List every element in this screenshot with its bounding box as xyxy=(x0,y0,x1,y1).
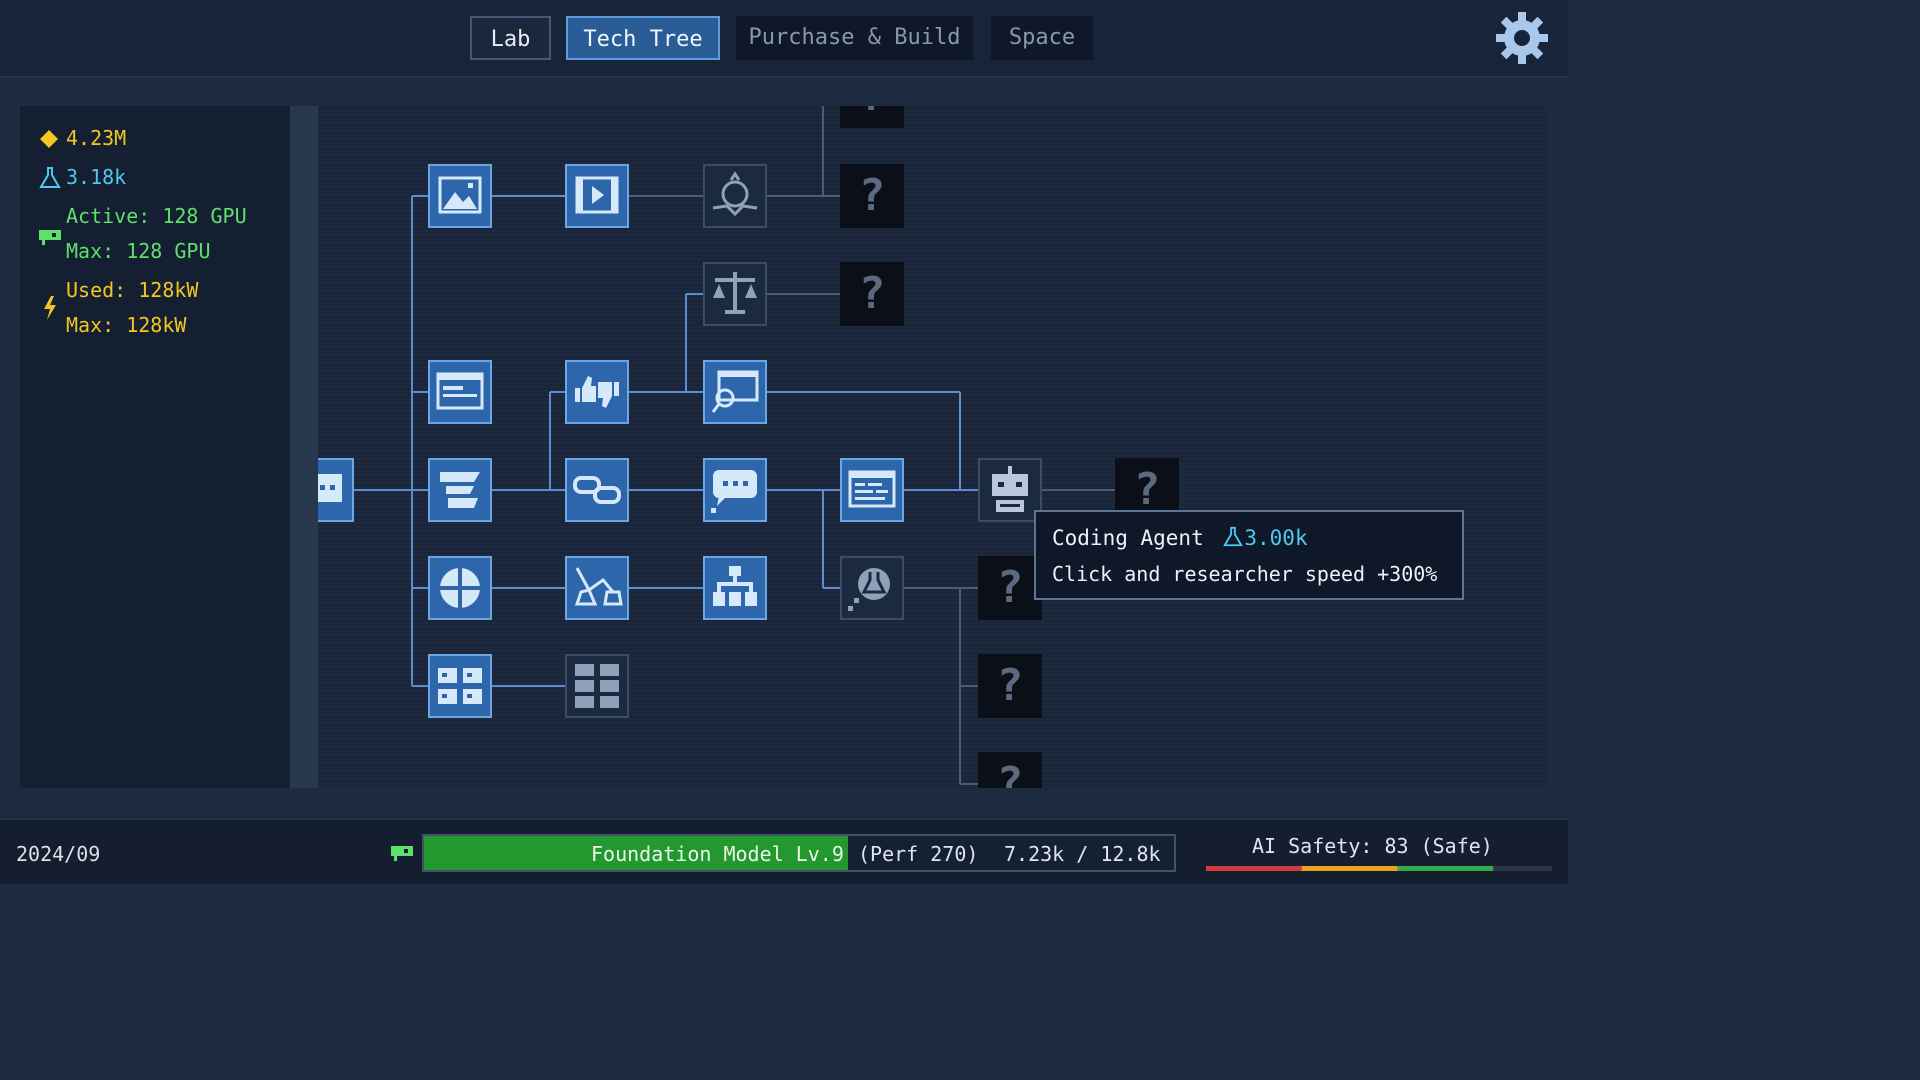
tech-node-video-gen[interactable] xyxy=(565,164,629,228)
question-icon: ? xyxy=(996,562,1024,613)
question-icon: ? xyxy=(858,170,886,221)
gpu-active: Active: 128 GPU xyxy=(66,204,247,228)
gpu-icon xyxy=(39,230,61,245)
tech-node-code-editor[interactable] xyxy=(840,458,904,522)
tech-node-unknown-4[interactable]: ? xyxy=(978,556,1042,620)
lightning-icon xyxy=(44,296,56,320)
tab-lab[interactable]: Lab xyxy=(470,16,551,60)
model-perf: (Perf 270) xyxy=(858,842,979,866)
tech-node-unknown-5[interactable]: ? xyxy=(978,654,1042,718)
gear-icon[interactable] xyxy=(1494,10,1550,66)
thumbs-up-down-icon xyxy=(575,376,619,408)
chat-bubble-icon xyxy=(711,470,757,513)
search-window-icon xyxy=(711,370,759,413)
tech-node-image-gen[interactable] xyxy=(428,164,492,228)
image-icon xyxy=(438,176,482,214)
model-progress-bar: Foundation Model Lv.9 (Perf 270) 7.23k /… xyxy=(422,834,1176,872)
video-icon xyxy=(575,176,619,214)
question-icon: ? xyxy=(996,660,1024,711)
game-date: 2024/09 xyxy=(16,842,101,866)
tech-node-moe[interactable] xyxy=(703,556,767,620)
gpu-max: Max: 128 GPU xyxy=(66,239,211,263)
model-progress-text: 7.23k / 12.8k xyxy=(1004,842,1161,866)
gpu-icon xyxy=(391,846,413,861)
tooltip-name: Coding Agent xyxy=(1052,526,1204,550)
tech-node-unknown-top[interactable]: ? xyxy=(840,106,904,128)
tech-node-text-align[interactable] xyxy=(428,458,492,522)
tech-tree-canvas[interactable]: ? ? ? ? ? ? Coding Agent 3.00k Click and… xyxy=(318,106,1548,788)
tooltip-description: Click and researcher speed +300% xyxy=(1052,562,1438,586)
server-grid-icon xyxy=(575,664,619,708)
ai-safety-label: AI Safety: 83 (Safe) xyxy=(1252,834,1493,858)
tech-node-web-search[interactable] xyxy=(703,360,767,424)
diamond-money-icon xyxy=(40,130,58,148)
power-used: Used: 128kW xyxy=(66,278,199,302)
tab-space[interactable]: Space xyxy=(991,16,1093,60)
safety-bar-red xyxy=(1206,866,1302,871)
robot-arm-icon xyxy=(712,171,758,217)
tech-node-science-chat[interactable] xyxy=(840,556,904,620)
tech-node-chat-start[interactable] xyxy=(318,458,354,522)
tech-node-multilingual[interactable] xyxy=(428,556,492,620)
browser-window-icon xyxy=(436,372,484,410)
tech-node-unknown-1[interactable]: ? xyxy=(840,164,904,228)
top-navigation-bar: Lab Tech Tree Purchase & Build Space xyxy=(0,0,1568,78)
tech-node-coding-agent[interactable] xyxy=(978,458,1042,522)
robot-agent-icon xyxy=(992,466,1028,512)
tech-node-unknown-6[interactable]: ? xyxy=(978,752,1042,788)
tooltip-cost: 3.00k xyxy=(1244,526,1308,550)
tech-node-ethics[interactable] xyxy=(703,262,767,326)
tech-node-datacenter[interactable] xyxy=(565,654,629,718)
globe-icon xyxy=(436,564,484,612)
server-grid-icon xyxy=(438,668,482,704)
text-align-icon xyxy=(440,472,480,508)
tech-node-cluster[interactable] xyxy=(428,654,492,718)
ai-safety-bar xyxy=(1206,866,1552,871)
tech-node-tool-use[interactable] xyxy=(565,458,629,522)
chain-link-icon xyxy=(573,476,621,504)
safety-bar-green xyxy=(1397,866,1494,871)
tech-node-distillation[interactable] xyxy=(565,556,629,620)
panel-divider xyxy=(290,106,318,788)
tab-purchase-build[interactable]: Purchase & Build xyxy=(736,16,973,60)
tab-tech-tree[interactable]: Tech Tree xyxy=(566,16,720,60)
hierarchy-icon xyxy=(713,566,757,606)
money-value: 4.23M xyxy=(66,126,127,150)
flask-bubble-icon xyxy=(848,568,890,611)
tech-tree-links xyxy=(354,106,1115,785)
tech-node-robot-arm[interactable] xyxy=(703,164,767,228)
flask-research-icon xyxy=(1223,526,1244,547)
power-max: Max: 128kW xyxy=(66,313,187,337)
flask-branch-icon xyxy=(574,567,623,606)
safety-bar-yellow xyxy=(1301,866,1398,871)
question-icon: ? xyxy=(842,106,902,126)
chat-bubble-icon xyxy=(318,474,342,502)
research-value: 3.18k xyxy=(66,165,127,189)
tech-node-rlhf[interactable] xyxy=(565,360,629,424)
status-bar: 2024/09 Foundation Model Lv.9 (Perf 270)… xyxy=(0,818,1568,884)
tech-node-unknown-2[interactable]: ? xyxy=(840,262,904,326)
question-icon: ? xyxy=(858,268,886,319)
question-icon: ? xyxy=(996,758,1024,788)
scales-icon xyxy=(713,272,757,314)
model-name: Foundation Model Lv.9 xyxy=(591,842,844,866)
tech-node-web-ui[interactable] xyxy=(428,360,492,424)
code-window-icon xyxy=(848,470,896,508)
tech-node-chat-app[interactable] xyxy=(703,458,767,522)
resource-panel: 4.23M 3.18k Active: 128 GPU Max: 128 GPU… xyxy=(20,106,290,788)
flask-research-icon xyxy=(39,167,61,188)
tech-tooltip: Coding Agent 3.00k Click and researcher … xyxy=(1034,510,1464,600)
